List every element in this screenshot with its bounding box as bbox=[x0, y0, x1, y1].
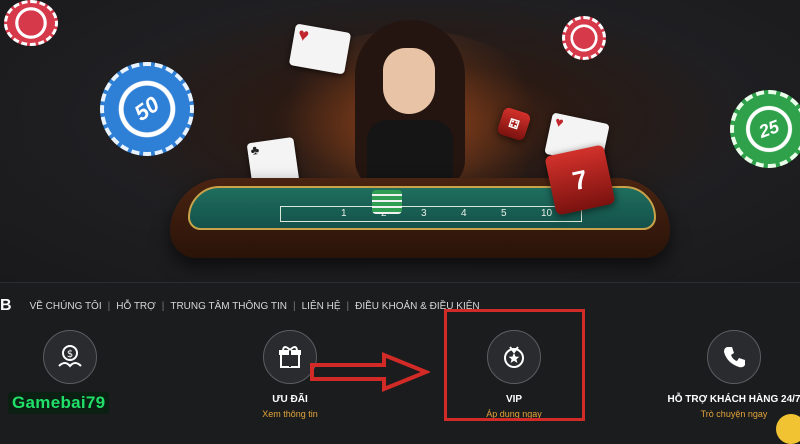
dice-large: 7 bbox=[544, 144, 616, 216]
feature-title: HỖ TRỢ KHÁCH HÀNG 24/7 bbox=[667, 394, 800, 405]
money-exchange-icon: $ bbox=[58, 345, 82, 368]
casino-chip-red bbox=[4, 0, 58, 46]
dealer-woman bbox=[335, 20, 485, 200]
feature-icon-circle[interactable] bbox=[707, 330, 761, 384]
felt-number: 3 bbox=[421, 208, 427, 219]
chat-widget-button[interactable] bbox=[776, 414, 800, 444]
feature-icon-circle[interactable]: $ bbox=[43, 330, 97, 384]
watermark-logo: Gamebai79 bbox=[8, 392, 110, 414]
nav-link-info-center[interactable]: TRUNG TÂM THÔNG TIN bbox=[164, 301, 293, 312]
vip-highlight-box bbox=[444, 309, 585, 421]
nav-link-about[interactable]: VỀ CHÚNG TÔI bbox=[24, 301, 108, 312]
gift-icon bbox=[279, 346, 301, 368]
feature-icon-circle[interactable] bbox=[263, 330, 317, 384]
felt-number: 10 bbox=[541, 208, 553, 219]
feature-subtitle[interactable]: Xem thông tin bbox=[220, 409, 360, 419]
chip-green-value: 25 bbox=[755, 115, 782, 142]
phone-icon bbox=[724, 347, 745, 368]
casino-chip-blue: 50 bbox=[81, 43, 213, 175]
table-felt-numbers: 1 2 3 4 5 10 bbox=[280, 206, 582, 222]
dice-face: 7 bbox=[569, 163, 591, 196]
nav-link-contact[interactable]: LIÊN HỆ bbox=[296, 301, 347, 312]
svg-text:$: $ bbox=[67, 349, 73, 360]
casino-chip-green: 25 bbox=[719, 79, 800, 179]
feature-support[interactable]: HỖ TRỢ KHÁCH HÀNG 24/7 Trò chuyện ngay bbox=[664, 330, 800, 419]
chip-blue-value: 50 bbox=[129, 91, 164, 126]
footer-nav: B VỀ CHÚNG TÔI | HỖ TRỢ | TRUNG TÂM THÔN… bbox=[0, 296, 486, 316]
hero-banner: 50 25 ♥ ♣ ♥ ⚃ 1 2 3 4 5 10 7 bbox=[0, 0, 800, 282]
section-divider bbox=[0, 282, 800, 283]
felt-number: 5 bbox=[501, 208, 507, 219]
logo-fragment: B bbox=[0, 297, 12, 314]
feature-title: ƯU ĐÃI bbox=[272, 394, 308, 405]
felt-number: 1 bbox=[341, 208, 347, 219]
felt-number: 4 bbox=[461, 208, 467, 219]
nav-link-support[interactable]: HỖ TRỢ bbox=[110, 301, 162, 312]
chip-stack bbox=[372, 190, 402, 214]
arrow-right-icon bbox=[310, 352, 430, 392]
casino-chip-red-small bbox=[562, 16, 606, 60]
